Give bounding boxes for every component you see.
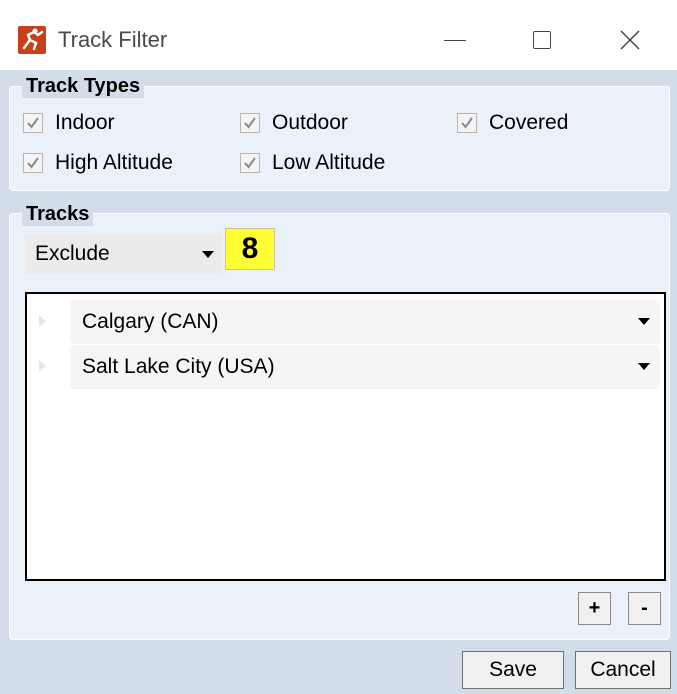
track-name: Salt Lake City (USA) <box>82 355 275 378</box>
save-button[interactable]: Save <box>462 651 564 689</box>
tracks-list[interactable]: Calgary (CAN) Salt Lake City (USA) <box>25 292 666 581</box>
cancel-button[interactable]: Cancel <box>575 651 671 689</box>
list-item[interactable]: Salt Lake City (USA) <box>27 345 664 389</box>
chevron-down-icon[interactable] <box>638 318 650 325</box>
checkbox-high-altitude[interactable]: High Altitude <box>23 148 173 178</box>
checkbox-box[interactable] <box>457 113 477 133</box>
chevron-down-icon[interactable] <box>638 363 650 370</box>
checkbox-covered[interactable]: Covered <box>457 108 568 138</box>
checkmark-icon <box>461 117 473 129</box>
checkbox-box[interactable] <box>23 153 43 173</box>
checkbox-label: High Altitude <box>55 151 173 174</box>
checkbox-label: Outdoor <box>272 111 348 134</box>
tracks-title: Tracks <box>22 202 94 226</box>
count-badge: 8 <box>225 228 275 270</box>
track-types-title: Track Types <box>22 74 145 98</box>
maximize-button[interactable] <box>513 18 571 62</box>
close-icon <box>620 30 640 50</box>
checkmark-icon <box>244 157 256 169</box>
checkbox-box[interactable] <box>240 153 260 173</box>
list-item[interactable]: Calgary (CAN) <box>27 300 664 344</box>
maximize-icon <box>533 31 551 49</box>
minimize-button[interactable] <box>426 18 484 62</box>
checkmark-icon <box>27 117 39 129</box>
filter-mode-value: Exclude <box>35 242 110 265</box>
checkbox-low-altitude[interactable]: Low Altitude <box>240 148 385 178</box>
track-name: Calgary (CAN) <box>82 310 219 333</box>
checkbox-box[interactable] <box>240 113 260 133</box>
track-filter-window: Track Filter Track Types Indoor Outdoor … <box>0 0 677 694</box>
checkbox-label: Low Altitude <box>272 151 386 174</box>
title-bar[interactable]: Track Filter <box>0 0 677 70</box>
expand-arrow-icon[interactable] <box>39 360 46 372</box>
app-icon <box>18 26 46 54</box>
filter-mode-dropdown[interactable]: Exclude <box>25 234 222 274</box>
chevron-down-icon <box>202 251 214 258</box>
window-title: Track Filter <box>58 27 168 52</box>
checkbox-label: Indoor <box>55 111 115 134</box>
expand-arrow-icon[interactable] <box>39 315 46 327</box>
checkmark-icon <box>27 157 39 169</box>
checkmark-icon <box>244 117 256 129</box>
checkbox-indoor[interactable]: Indoor <box>23 108 115 138</box>
checkbox-label: Covered <box>489 111 569 134</box>
checkbox-outdoor[interactable]: Outdoor <box>240 108 348 138</box>
track-dropdown[interactable]: Calgary (CAN) <box>70 300 660 344</box>
close-button[interactable] <box>601 18 659 62</box>
minimize-icon <box>444 39 466 41</box>
checkbox-box[interactable] <box>23 113 43 133</box>
track-dropdown[interactable]: Salt Lake City (USA) <box>70 345 660 389</box>
remove-track-button[interactable]: - <box>628 592 661 625</box>
add-track-button[interactable]: + <box>578 592 611 625</box>
